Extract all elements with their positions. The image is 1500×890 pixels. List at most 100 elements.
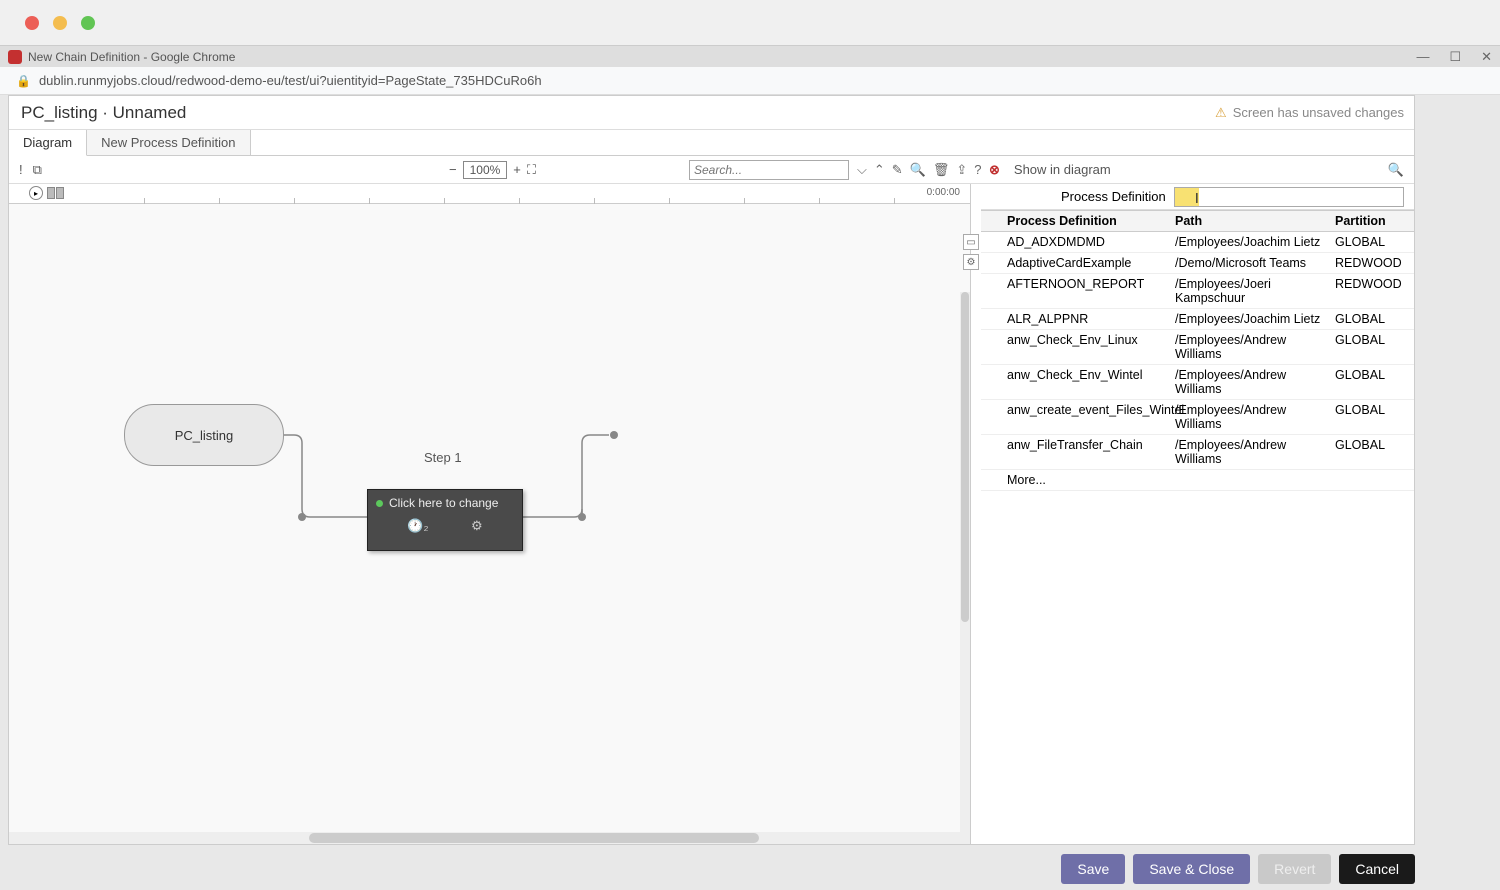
zoom-in-icon[interactable]: + — [513, 162, 521, 177]
cell-partition: GLOBAL — [1331, 330, 1391, 364]
export-icon[interactable]: ⇪ — [956, 162, 967, 178]
chain-start-node[interactable]: PC_listing — [124, 404, 284, 466]
play-icon[interactable]: ▸ — [29, 186, 43, 200]
copy-icon[interactable]: ⧉ — [33, 162, 42, 178]
address-bar[interactable]: 🔒 dublin.runmyjobs.cloud/redwood-demo-eu… — [0, 67, 1500, 95]
horizontal-scrollbar[interactable] — [9, 832, 970, 844]
search-input[interactable] — [689, 160, 849, 180]
cell-pd: AD_ADXDMDMD — [1003, 232, 1171, 252]
clock-icon[interactable]: 🕐₂ — [407, 518, 428, 534]
settings-icon[interactable]: ⚙ — [963, 254, 979, 270]
mac-maximize-button[interactable] — [81, 16, 95, 30]
cell-path: /Demo/Microsoft Teams — [1171, 253, 1331, 273]
col-header-pd: Process Definition — [1003, 211, 1171, 231]
lock-icon: 🔒 — [16, 74, 31, 88]
col-header-partition: Partition — [1331, 211, 1391, 231]
process-definition-panel: ▭ ⚙ Process Definition I Process Definit… — [981, 184, 1414, 844]
app-container: PC_listing · Unnamed ⚠ Screen has unsave… — [8, 95, 1415, 845]
cell-path: /Employees/Andrew Williams — [1171, 435, 1331, 469]
alert-icon[interactable]: ! — [19, 162, 23, 177]
cancel-button[interactable]: Cancel — [1339, 854, 1415, 884]
tab-bar: Diagram New Process Definition — [9, 130, 1414, 156]
unsaved-text: Screen has unsaved changes — [1233, 105, 1404, 120]
table-row[interactable]: anw_Check_Env_Wintel/Employees/Andrew Wi… — [981, 365, 1414, 400]
chrome-tab-bar: New Chain Definition - Google Chrome — ☐… — [0, 45, 1500, 67]
cell-path: /Employees/Andrew Williams — [1171, 330, 1331, 364]
cell-path: /Employees/Joachim Lietz — [1171, 309, 1331, 329]
cell-pd: AdaptiveCardExample — [1003, 253, 1171, 273]
diagram-canvas[interactable]: ▸ 0:00:00 PC_listing Step 1 — [9, 184, 971, 844]
table-row[interactable]: AdaptiveCardExample/Demo/Microsoft Teams… — [981, 253, 1414, 274]
cell-path: /Employees/Andrew Williams — [1171, 400, 1331, 434]
ruler-handle[interactable] — [47, 187, 55, 199]
unsaved-indicator: ⚠ Screen has unsaved changes — [1215, 105, 1404, 121]
zoom-icon[interactable]: 🔍 — [910, 162, 926, 178]
mac-minimize-button[interactable] — [53, 16, 67, 30]
table-row[interactable]: ALR_ALPPNR/Employees/Joachim LietzGLOBAL — [981, 309, 1414, 330]
chevron-up-icon[interactable]: ⌃ — [874, 162, 885, 178]
table-row[interactable]: anw_create_event_Files_Wintel/Employees/… — [981, 400, 1414, 435]
timeline-ruler: ▸ 0:00:00 — [9, 184, 970, 204]
cell-pd: ALR_ALPPNR — [1003, 309, 1171, 329]
table-row[interactable]: anw_Check_Env_Linux/Employees/Andrew Wil… — [981, 330, 1414, 365]
table-row[interactable]: anw_FileTransfer_Chain/Employees/Andrew … — [981, 435, 1414, 470]
start-node-label: PC_listing — [175, 428, 234, 443]
show-in-diagram-link[interactable]: Show in diagram — [1014, 162, 1111, 177]
step-label: Step 1 — [424, 450, 462, 465]
zoom-out-icon[interactable]: − — [449, 162, 457, 177]
ruler-end-time: 0:00:00 — [927, 187, 960, 198]
zoom-level[interactable]: 100% — [463, 161, 508, 179]
col-header-path: Path — [1171, 211, 1331, 231]
mac-titlebar — [0, 0, 1500, 45]
form-icon[interactable]: ▭ — [963, 234, 979, 250]
pd-table-header: Process Definition Path Partition — [981, 211, 1414, 232]
save-button[interactable]: Save — [1061, 854, 1125, 884]
cell-pd: AFTERNOON_REPORT — [1003, 274, 1171, 308]
cart-icon[interactable]: 🗑 — [933, 162, 950, 178]
fullscreen-icon[interactable]: ⛶ — [527, 162, 536, 178]
window-close-icon[interactable]: ✕ — [1481, 49, 1492, 65]
app-header: PC_listing · Unnamed ⚠ Screen has unsave… — [9, 96, 1414, 130]
cell-partition: GLOBAL — [1331, 400, 1391, 434]
window-minimize-icon[interactable]: — — [1416, 49, 1429, 65]
chevron-down-icon[interactable]: ⌵ — [857, 162, 867, 178]
close-panel-icon[interactable]: ⊗ — [989, 162, 1000, 178]
table-row-more[interactable]: More... — [981, 470, 1414, 491]
step-node[interactable]: Click here to change 🕐₂ ⚙ — [367, 489, 523, 551]
pd-table: Process Definition Path Partition AD_ADX… — [981, 210, 1414, 491]
tab-diagram[interactable]: Diagram — [9, 130, 87, 156]
save-close-button[interactable]: Save & Close — [1133, 854, 1250, 884]
pd-search-input[interactable]: I — [1174, 187, 1404, 207]
cell-pd: anw_FileTransfer_Chain — [1003, 435, 1171, 469]
vertical-scrollbar[interactable] — [960, 292, 970, 832]
pd-field-label: Process Definition — [981, 189, 1174, 204]
cell-path: /Employees/Andrew Williams — [1171, 365, 1331, 399]
step-placeholder-text: Click here to change — [389, 496, 498, 510]
magnify-icon[interactable]: 🔍 — [1388, 162, 1404, 178]
mac-close-button[interactable] — [25, 16, 39, 30]
edit-icon[interactable]: ✎ — [892, 162, 903, 178]
footer-buttons: Save Save & Close Revert Cancel — [1061, 854, 1415, 884]
cell-partition: REDWOOD — [1331, 274, 1391, 308]
cell-partition: GLOBAL — [1331, 309, 1391, 329]
scrollbar-thumb[interactable] — [309, 833, 759, 843]
gear-icon[interactable]: ⚙ — [471, 518, 483, 534]
cell-path: /Employees/Joeri Kampschuur — [1171, 274, 1331, 308]
table-row[interactable]: AFTERNOON_REPORT/Employees/Joeri Kampsch… — [981, 274, 1414, 309]
cell-partition: GLOBAL — [1331, 232, 1391, 252]
cell-pd: anw_create_event_Files_Wintel — [1003, 400, 1171, 434]
scrollbar-thumb[interactable] — [961, 292, 969, 622]
tab-new-process-definition[interactable]: New Process Definition — [87, 130, 250, 155]
window-maximize-icon[interactable]: ☐ — [1449, 49, 1461, 65]
table-row[interactable]: AD_ADXDMDMD/Employees/Joachim LietzGLOBA… — [981, 232, 1414, 253]
page-title: PC_listing · Unnamed — [21, 103, 186, 123]
more-link[interactable]: More... — [1003, 470, 1171, 490]
ruler-handle[interactable] — [56, 187, 64, 199]
revert-button: Revert — [1258, 854, 1331, 884]
cell-partition: REDWOOD — [1331, 253, 1391, 273]
favicon-icon — [8, 50, 22, 64]
chrome-tab-title: New Chain Definition - Google Chrome — [28, 50, 235, 64]
cell-pd: anw_Check_Env_Wintel — [1003, 365, 1171, 399]
help-icon[interactable]: ? — [974, 162, 981, 177]
status-dot-icon — [376, 500, 383, 507]
